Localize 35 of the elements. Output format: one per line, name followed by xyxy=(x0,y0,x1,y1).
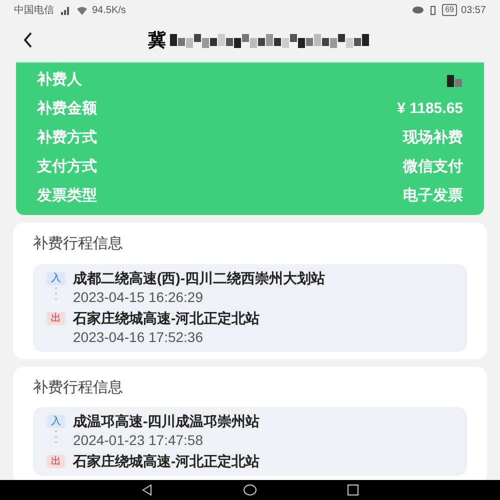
station-name: 成都二绕高速(西)-四川二绕西崇州大划站 xyxy=(73,268,325,288)
vibrate-icon xyxy=(428,6,438,14)
battery-indicator: 69 xyxy=(442,4,457,16)
redaction-mosaic xyxy=(447,72,463,88)
recents-nav-icon[interactable] xyxy=(347,484,359,496)
stop-badge: 入 xyxy=(47,272,65,284)
card-title: 补费行程信息 xyxy=(33,378,124,398)
field-value: 电子发票 xyxy=(403,186,463,206)
field-label: 支付方式 xyxy=(37,157,97,178)
station-name: 成温邛高速-四川成温邛崇州站 xyxy=(73,412,260,431)
stop-badge: 出 xyxy=(47,312,65,324)
home-nav-icon[interactable] xyxy=(243,484,257,496)
station-name: 石家庄绕城高速-河北正定北站 xyxy=(73,452,260,471)
page-title: 冀 xyxy=(148,28,166,52)
network-speed: 94.5K/s xyxy=(92,4,126,18)
carrier-text: 中国电信 xyxy=(14,4,54,18)
back-nav-icon[interactable] xyxy=(141,484,153,496)
field-label: 补费人 xyxy=(37,70,82,90)
stop-badge: 入 xyxy=(47,415,65,428)
field-label: 补费金额 xyxy=(37,99,97,120)
timestamp: 2023-04-16 17:52:36 xyxy=(73,328,204,346)
timestamp: 2023-04-15 16:26:29 xyxy=(73,288,204,306)
clock-text: 03:57 xyxy=(460,4,486,18)
field-value: 现场补费 xyxy=(403,128,463,148)
field-label: 补费方式 xyxy=(37,128,97,148)
field-label: 发票类型 xyxy=(37,186,97,206)
field-value: 微信支付 xyxy=(403,157,463,178)
wifi-icon xyxy=(76,6,88,14)
card-title: 补费行程信息 xyxy=(33,234,124,254)
timestamp: 2024-01-23 17:47:58 xyxy=(73,431,204,450)
stop-badge: 出 xyxy=(47,455,65,468)
back-icon xyxy=(23,32,33,48)
station-name: 石家庄绕城高速-河北正定北站 xyxy=(73,308,260,328)
field-value: ¥ 1185.65 xyxy=(397,99,463,120)
signal-icon xyxy=(58,6,72,14)
